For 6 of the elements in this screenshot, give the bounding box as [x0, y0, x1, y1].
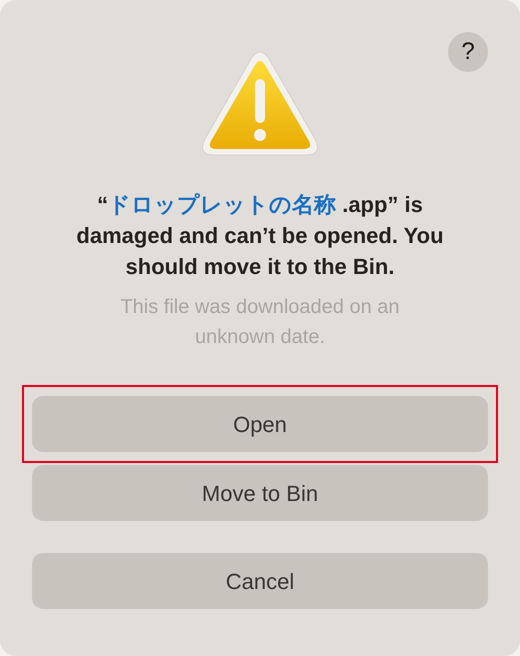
dialog-button[interactable]: Move to Bin	[32, 465, 488, 521]
dialog-button[interactable]: Cancel	[32, 553, 488, 609]
alert-message: This file was downloaded on an unknown date.	[119, 295, 401, 350]
alert-title: “ドロップレットの名称 .app” is damaged and can’t be opened. You should move it to the Bin.	[75, 191, 445, 281]
help-button[interactable]: ?	[448, 32, 488, 72]
dialog-button[interactable]: Open	[32, 396, 488, 452]
